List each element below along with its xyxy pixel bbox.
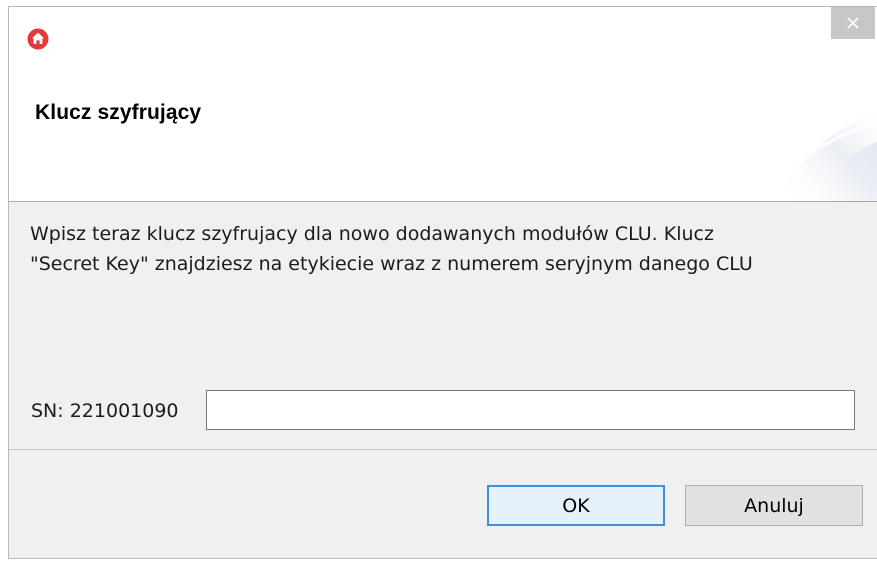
encryption-key-dialog: Klucz szyfrujący Wpisz teraz klucz szyfr… xyxy=(8,6,877,559)
ok-button[interactable]: OK xyxy=(487,485,665,526)
header-title: Klucz szyfrujący xyxy=(35,101,202,124)
close-icon xyxy=(847,17,859,29)
secret-key-input[interactable] xyxy=(206,390,855,430)
dialog-header: Klucz szyfrujący xyxy=(9,67,877,202)
home-icon xyxy=(27,28,49,50)
serial-number-label: SN: 221001090 xyxy=(31,400,179,422)
title-bar xyxy=(9,7,877,67)
instruction-text: Wpisz teraz klucz szyfrujacy dla nowo do… xyxy=(30,219,860,279)
cancel-button[interactable]: Anuluj xyxy=(685,485,863,526)
header-decoration xyxy=(755,112,877,201)
instruction-line-1: Wpisz teraz klucz szyfrujacy dla nowo do… xyxy=(30,223,714,245)
footer-divider xyxy=(9,449,877,450)
instruction-line-2: "Secret Key" znajdziesz na etykiecie wra… xyxy=(30,253,753,275)
close-button[interactable] xyxy=(831,7,875,39)
